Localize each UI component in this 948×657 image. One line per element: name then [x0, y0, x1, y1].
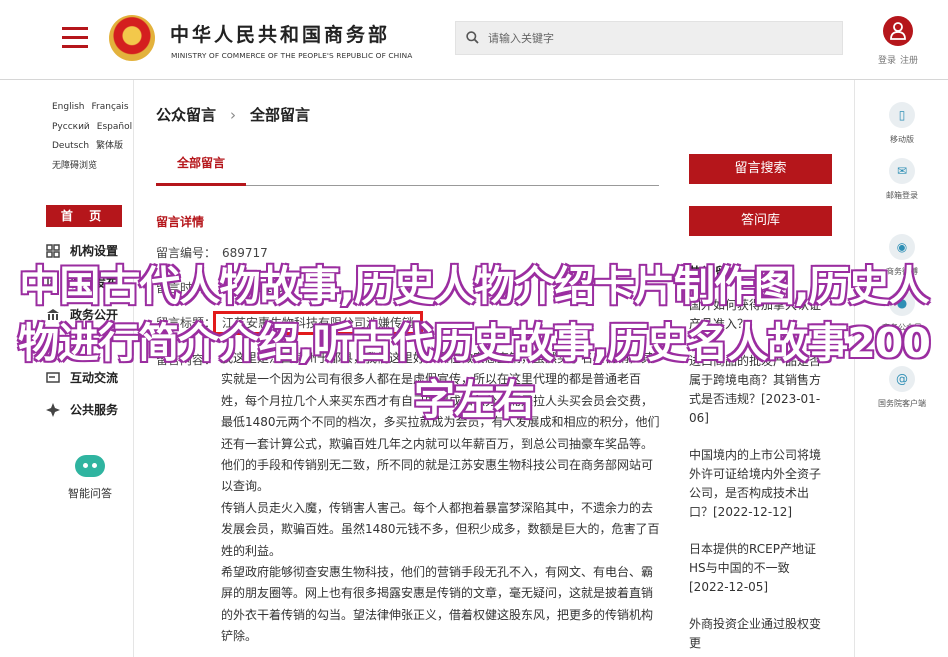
- rail-item-mobile[interactable]: ▯ 移动版: [855, 102, 948, 145]
- site-header: 中华人民共和国商务部 MINISTRY OF COMMERCE OF THE P…: [0, 0, 948, 80]
- search-input[interactable]: [488, 22, 833, 54]
- search-box: [455, 21, 843, 55]
- register-link[interactable]: 注册: [900, 56, 918, 66]
- chevron-right-icon: ›: [230, 106, 237, 124]
- mail-icon: ✉: [889, 158, 915, 184]
- robot-icon: [75, 455, 105, 477]
- tab-bar: 全部留言: [156, 150, 659, 186]
- smart-qa-label: 智能问答: [68, 487, 112, 500]
- rail-item-label: 移动版: [890, 135, 914, 144]
- mobile-icon: ▯: [889, 102, 915, 128]
- list-item[interactable]: 日本提供的RCEP产地证HS与中国的不一致[2022-12-05]: [689, 540, 829, 597]
- language-switcher: English Français Русский Español Deutsch 繁体…: [52, 98, 132, 176]
- accessibility-link[interactable]: 无障碍浏览: [52, 161, 97, 171]
- lang-german[interactable]: Deutsch: [52, 141, 89, 151]
- breadcrumb-parent[interactable]: 公众留言: [156, 106, 216, 124]
- lang-french[interactable]: Français: [92, 102, 129, 112]
- lang-traditional[interactable]: 繁体版: [96, 141, 123, 151]
- qa-library-button[interactable]: 答问库: [689, 206, 832, 236]
- overlay-title: 中国古代人物故事,历史人物介绍卡片制作图,历史人物进行简介介绍,听古代历史故事,…: [17, 261, 932, 425]
- login-link[interactable]: 登录: [878, 56, 896, 66]
- rail-item-mail[interactable]: ✉ 邮箱登录: [855, 158, 948, 201]
- menu-icon[interactable]: [62, 27, 88, 49]
- tab-all-messages[interactable]: 全部留言: [156, 150, 246, 186]
- grid-icon: [46, 244, 60, 258]
- lang-english[interactable]: English: [52, 102, 85, 112]
- breadcrumb: 公众留言 › 全部留言: [156, 104, 310, 125]
- smart-qa-button[interactable]: 智能问答: [60, 455, 120, 501]
- search-icon[interactable]: [466, 31, 479, 44]
- user-icon[interactable]: [883, 16, 913, 46]
- lang-russian[interactable]: Русский: [52, 122, 90, 132]
- list-item[interactable]: 中国境内的上市公司将境外许可证给境内外全资子公司，是否构成技术出口？[2022-…: [689, 446, 829, 522]
- section-title: 留言详情: [156, 215, 205, 229]
- brand-name-cn: 中华人民共和国商务部: [170, 24, 391, 46]
- lang-spanish[interactable]: Español: [97, 122, 132, 132]
- list-item[interactable]: 外商投资企业通过股权变更: [689, 615, 829, 653]
- brand-name-en: MINISTRY OF COMMERCE OF THE PEOPLE'S REP…: [171, 51, 413, 60]
- weibo-icon: ◉: [889, 234, 915, 260]
- sidebar-item-label: 机构设置: [70, 244, 119, 258]
- user-area: 登录 注册: [870, 16, 926, 66]
- content-paragraph: 传销人员走火入魔，传销害人害己。每个人都抱着暴富梦深陷其中，不遗余力的去发展会员…: [221, 500, 660, 558]
- content-paragraph: 希望政府能够彻查安惠生物科技，他们的营销手段无孔不入，有网文、有电台、霸屏的朋友…: [221, 565, 654, 644]
- home-button[interactable]: 首 页: [46, 205, 122, 227]
- national-emblem-logo: [109, 15, 155, 61]
- rail-item-label: 邮箱登录: [886, 191, 918, 200]
- breadcrumb-current: 全部留言: [250, 106, 311, 124]
- message-search-button[interactable]: 留言搜索: [689, 154, 832, 184]
